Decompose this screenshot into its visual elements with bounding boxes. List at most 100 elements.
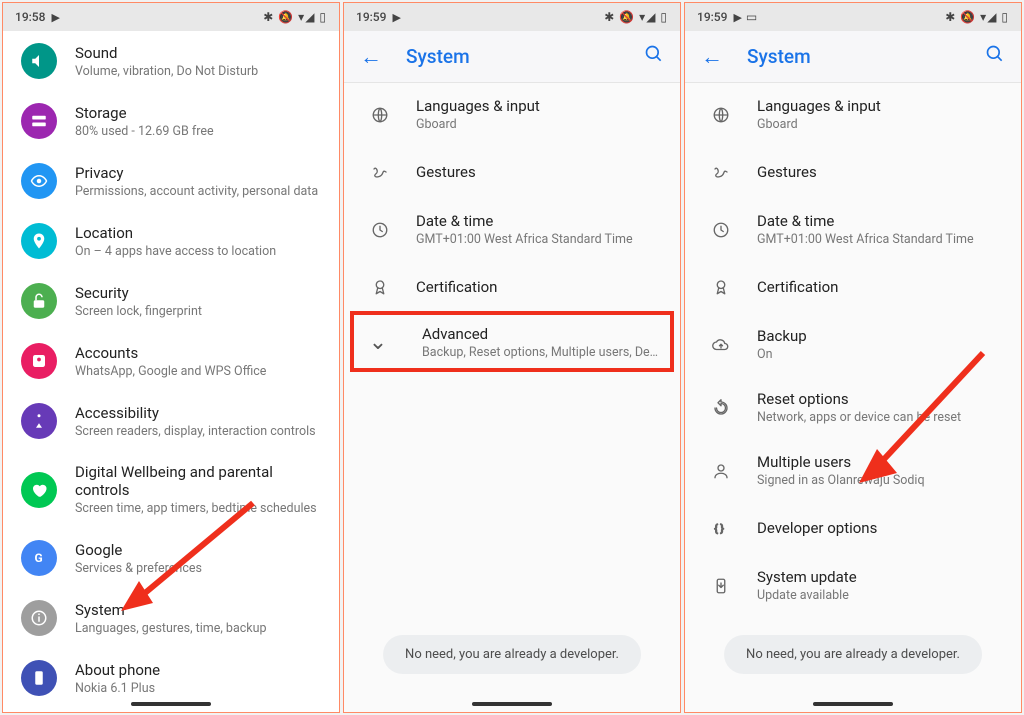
row-subtitle: Screen lock, fingerprint [75,304,331,319]
user-icon [709,459,733,483]
row-subtitle: 80% used - 12.69 GB free [75,124,331,139]
row-subtitle: Screen readers, display, interaction con… [75,424,331,439]
svg-text:G: G [35,551,43,565]
row-title: Storage [75,104,331,122]
back-button[interactable]: ← [697,44,727,70]
system-list: Languages & inputGboard Gestures Date & ti… [344,83,680,696]
clock-icon [368,218,392,242]
search-button[interactable] [640,44,668,69]
gesture-icon [368,160,392,184]
system-row-languages-input[interactable]: Languages & inputGboard [344,83,680,146]
person-icon [21,343,57,379]
screenshot-3: 19:59 ▶ ▭ ✱ 🔕 ▾◢ ▯ ← System Languages & … [684,2,1022,713]
row-title: Accessibility [75,404,331,422]
app-bar: ← System [344,31,680,83]
row-title: Developer options [757,519,1003,537]
svg-text:{ }: { } [714,522,724,535]
settings-row-privacy[interactable]: PrivacyPermissions, account activity, pe… [3,151,339,211]
image-icon: ▭ [746,10,757,24]
settings-row-location[interactable]: Location On – 4 apps have access to locat… [3,211,339,271]
pin-icon [21,223,57,259]
globe-icon [368,103,392,127]
settings-row-accessibility[interactable]: Accessibility Screen readers, display, in… [3,391,339,451]
row-title: Backup [757,327,1003,345]
clock: 19:59 [356,10,386,24]
braces-icon: { } [709,516,733,540]
system-row-developer-options[interactable]: { } Developer options [685,502,1021,554]
settings-row-digital-wellbeing[interactable]: Digital Wellbeing and parental controls S… [3,451,339,528]
gesture-icon [709,160,733,184]
settings-row-accounts[interactable]: AccountsWhatsApp, Google and WPS Office [3,331,339,391]
row-subtitle: GMT+01:00 West Africa Standard Time [757,232,1003,247]
toast: No need, you are already a developer. [383,635,641,674]
play-icon: ▶ [733,11,741,24]
advanced-row-highlight[interactable]: ⌄ Advanced Backup, Reset options, Multip… [350,311,674,372]
back-button[interactable]: ← [356,44,386,70]
settings-row-google[interactable]: G Google Services & preferences [3,528,339,588]
row-title: Gestures [416,163,662,181]
storage-icon [21,103,57,139]
nav-bar [685,696,1021,712]
row-title: Gestures [757,163,1003,181]
heart-icon [21,472,57,508]
row-subtitle: Update available [757,588,1003,603]
row-subtitle: Nokia 6.1 Plus [75,681,331,696]
g-icon: G [21,540,57,576]
system-list-expanded: Languages & inputGboard Gestures Date & ti… [685,83,1021,696]
row-title: Location [75,224,331,242]
settings-row-system[interactable]: SystemLanguages, gestures, time, backup [3,588,339,648]
settings-row-security[interactable]: SecurityScreen lock, fingerprint [3,271,339,331]
row-title: Digital Wellbeing and parental controls [75,463,331,499]
toast: No need, you are already a developer. [724,635,982,674]
row-title: Accounts [75,344,331,362]
settings-row-storage[interactable]: Storage 80% used - 12.69 GB free [3,91,339,151]
row-subtitle: Volume, vibration, Do Not Disturb [75,64,331,79]
advanced-row: ⌄ Advanced Backup, Reset options, Multip… [364,325,662,360]
row-subtitle: Gboard [416,117,662,132]
system-row-date-time[interactable]: Date & time GMT+01:00 West Africa Standar… [685,198,1021,261]
row-subtitle: On [757,347,1003,362]
row-title: Multiple users [757,453,1003,471]
system-row-certification[interactable]: Certification [685,261,1021,313]
row-title: Certification [757,278,1003,296]
nav-bar [344,696,680,712]
row-title: System update [757,568,1003,586]
row-title: Date & time [416,212,662,230]
lock-icon [21,283,57,319]
reset-icon [709,396,733,420]
system-row-date-time[interactable]: Date & time GMT+01:00 West Africa Standar… [344,198,680,261]
clock: 19:59 [697,10,727,24]
search-button[interactable] [981,44,1009,69]
play-icon: ▶ [51,11,59,24]
row-title: Google [75,541,331,559]
row-title: Advanced [422,325,662,343]
row-subtitle: Backup, Reset options, Multiple users, D… [422,345,662,360]
clock: 19:58 [15,10,45,24]
screenshot-1: 19:58 ▶ ✱ 🔕 ▾◢ ▯ SoundVolume, vibration,… [2,2,340,713]
nav-bar [3,696,339,712]
row-subtitle: GMT+01:00 West Africa Standard Time [416,232,662,247]
system-row-backup[interactable]: Backup On [685,313,1021,376]
row-title: Languages & input [757,97,1003,115]
settings-row-sound[interactable]: SoundVolume, vibration, Do Not Disturb [3,31,339,91]
cloud-icon [709,333,733,357]
row-title: Date & time [757,212,1003,230]
system-row-system-update[interactable]: System update Update available [685,554,1021,617]
row-subtitle: Languages, gestures, time, backup [75,621,331,636]
info-icon [21,600,57,636]
system-row-multiple-users[interactable]: Multiple users Signed in as Olanrewaju So… [685,439,1021,502]
row-subtitle: Services & preferences [75,561,331,576]
row-subtitle: Screen time, app timers, bedtime schedul… [75,501,331,516]
a11y-icon [21,403,57,439]
system-row-reset-options[interactable]: Reset optionsNetwork, apps or device can… [685,376,1021,439]
row-title: Privacy [75,164,331,182]
system-row-languages-input[interactable]: Languages & inputGboard [685,83,1021,146]
system-row-certification[interactable]: Certification [344,261,680,313]
system-row-gestures[interactable]: Gestures [685,146,1021,198]
play-icon: ▶ [392,11,400,24]
settings-row-about-phone[interactable]: About phoneNokia 6.1 Plus [3,648,339,696]
row-subtitle: Signed in as Olanrewaju Sodiq [757,473,1003,488]
volume-icon [21,43,57,79]
row-subtitle: On – 4 apps have access to location [75,244,331,259]
system-row-gestures[interactable]: Gestures [344,146,680,198]
